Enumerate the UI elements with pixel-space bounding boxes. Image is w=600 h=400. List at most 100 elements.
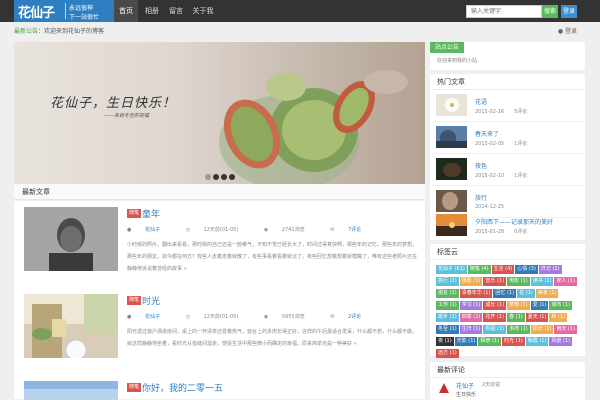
post-card: 随笔 你好，我的二零一五 — [14, 375, 425, 400]
tag-item[interactable]: 相册 (1) — [478, 337, 502, 346]
post-thumbnail[interactable] — [24, 381, 118, 400]
nav-about[interactable]: 关于我 — [190, 0, 216, 22]
tag-item[interactable]: 成长 (1) — [483, 301, 507, 310]
tag-item[interactable]: 随笔 (4) — [467, 265, 491, 274]
views-meta: ◉ 2741浏览 — [264, 227, 317, 233]
post-title[interactable]: 时光 — [142, 294, 160, 307]
site-logo[interactable]: 花仙子 永远很神 下一站很忙 — [14, 0, 114, 22]
comments-meta[interactable]: ✉ 2评论 — [330, 314, 373, 320]
tag-item[interactable]: 读书 (1) — [530, 277, 554, 286]
tag-item[interactable]: 工作 (1) — [436, 301, 459, 310]
category-badge[interactable]: 随笔 — [127, 209, 142, 218]
tag-item[interactable]: 爱 (1) — [530, 301, 549, 310]
popular-post-title[interactable]: 春天来了 — [475, 129, 499, 138]
tag-item[interactable]: 风景 (1) — [549, 337, 573, 346]
tag-item[interactable]: 祝福 (1) — [483, 325, 507, 334]
slider-dot[interactable] — [205, 174, 211, 180]
tag-item[interactable]: 光影 (1) — [454, 337, 478, 346]
author-meta[interactable]: ● 花仙子 — [127, 314, 172, 320]
tag-item[interactable]: 夜 (1) — [436, 337, 454, 346]
popular-post-date: 2015-02-10 — [475, 173, 505, 179]
tag-item[interactable]: 生日 (1) — [459, 325, 483, 334]
popular-post-title[interactable]: 旅行 — [475, 193, 487, 202]
tag-item[interactable]: 心情 (3) — [515, 265, 538, 274]
tag-item[interactable]: 时光 (1) — [502, 337, 525, 346]
post-date: 12天前(01-05) — [203, 314, 239, 320]
post-card: 随笔 时光 ● 花仙子 ◷ 12天前(01-05) ◉ 5955浏览 ✉ 2评论… — [14, 288, 425, 376]
post-card: 随笔 童年 ● 花仙子 ◷ 12天前(01-05) ◉ 2741浏览 ✉ 7评论… — [14, 201, 425, 289]
popular-post-item[interactable]: 夕阳西下——记录那天的美好 2015-01-28 0评论 — [430, 210, 585, 242]
commenter-avatar[interactable] — [437, 381, 451, 395]
popular-post-title[interactable]: 花语 — [475, 97, 487, 106]
popular-post-item[interactable]: 春天来了 2015-02-05 1评论 — [430, 122, 585, 154]
tag-item[interactable]: 旅行 (2) — [436, 277, 459, 286]
popular-post-thumbnail[interactable] — [436, 126, 467, 148]
popular-post-title[interactable]: 夕阳西下——记录那天的美好 — [475, 217, 553, 226]
tag-item[interactable]: 四季 (1) — [459, 313, 483, 322]
tag-item[interactable]: 摄影 (1) — [459, 277, 483, 286]
tag-cloud-box: 标签云 花仙子 (61) 随笔 (4) 生活 (4) 心情 (3) 日记 (2) 旅行 (… — [430, 244, 585, 358]
popular-post-thumbnail[interactable] — [436, 214, 467, 236]
popular-post-thumbnail[interactable] — [436, 94, 467, 116]
popular-post-count: 1评论 — [514, 141, 528, 147]
tag-item[interactable]: 雨天 (1) — [554, 325, 578, 334]
popular-post-meta: 2015-01-28 0评论 — [475, 228, 527, 235]
tag-item[interactable]: 花仙子 (61) — [436, 265, 467, 274]
popular-post-title[interactable]: 夜色 — [475, 161, 487, 170]
post-thumbnail[interactable] — [24, 294, 118, 358]
tag-item[interactable]: 花 (1) — [517, 289, 535, 298]
tag-item[interactable]: 多肉 (1) — [507, 325, 530, 334]
slider-dot[interactable] — [213, 174, 219, 180]
tag-item[interactable]: 学习 (1) — [459, 301, 483, 310]
search-input[interactable] — [466, 5, 542, 18]
tag-item[interactable]: 远方 (1) — [436, 349, 459, 358]
category-badge[interactable]: 随笔 — [127, 296, 142, 305]
tag-item[interactable]: 朋友 (1) — [436, 289, 459, 298]
author-meta[interactable]: ● 花仙子 — [127, 227, 172, 233]
nav-album[interactable]: 相册 — [140, 0, 164, 22]
popular-post-meta: 2015-02-10 1评论 — [475, 172, 527, 179]
site-notice-box: 站点公告 欢迎来到我的小站 — [430, 42, 585, 70]
popular-post-date: 2015-02-16 — [475, 109, 505, 115]
tag-item[interactable]: 日记 (2) — [538, 265, 562, 274]
search-button[interactable]: 搜索 — [542, 5, 558, 18]
tag-item[interactable]: 阳光 (1) — [530, 325, 554, 334]
slider-dot[interactable] — [221, 174, 227, 180]
popular-post-thumbnail[interactable] — [436, 158, 467, 180]
tag-item[interactable]: 青春年华 (1) — [459, 289, 493, 298]
tag-item[interactable]: 晚霞 (1) — [525, 337, 549, 346]
tag-item[interactable]: 故乡 (1) — [436, 313, 459, 322]
tag-item[interactable]: 冬至 (1) — [436, 325, 459, 334]
post-title[interactable]: 你好，我的二零一五 — [142, 381, 223, 394]
post-title[interactable]: 童年 — [142, 207, 160, 220]
clock-icon: ◷ — [185, 227, 192, 233]
tag-item[interactable]: 城市 (1) — [549, 301, 573, 310]
tag-cloud: 花仙子 (61) 随笔 (4) 生活 (4) 心情 (3) 日记 (2) 旅行 (2) 摄影… — [436, 264, 581, 360]
tag-item[interactable]: 音乐 (1) — [483, 277, 507, 286]
nav-home[interactable]: 首页 — [114, 0, 138, 22]
slider-dot[interactable] — [229, 174, 235, 180]
popular-post-item[interactable]: 花语 2015-02-16 5评论 — [430, 90, 585, 122]
commenter-name[interactable]: 花仙子 — [456, 381, 474, 390]
popular-post-thumbnail[interactable] — [436, 190, 467, 212]
post-thumbnail[interactable] — [24, 207, 118, 271]
tag-item[interactable]: 美食 (1) — [535, 289, 559, 298]
tag-item[interactable]: 秋 (1) — [549, 313, 568, 322]
announcement-label[interactable]: 最新公告 — [14, 28, 38, 35]
tag-item[interactable]: 电影 (1) — [507, 277, 530, 286]
login-button[interactable]: 登录 — [561, 5, 577, 18]
tag-item[interactable]: 梦想 (1) — [507, 301, 530, 310]
popular-post-item[interactable]: 夜色 2015-02-10 1评论 — [430, 154, 585, 186]
tag-item[interactable]: 家人 (1) — [554, 277, 578, 286]
tag-item[interactable]: 生活 (4) — [491, 265, 515, 274]
tag-item[interactable]: 夏天 (1) — [525, 313, 549, 322]
tag-item[interactable]: 回忆 (1) — [493, 289, 517, 298]
popular-post-date: 2015-01-28 — [475, 229, 505, 235]
tag-item[interactable]: 花开 (1) — [483, 313, 507, 322]
user-login-link[interactable]: ● 登录 — [558, 26, 577, 38]
nav-guestbook[interactable]: 留言 — [164, 0, 188, 22]
category-badge[interactable]: 随笔 — [127, 383, 142, 392]
image-slider[interactable]: 花仙子，生日快乐！ ——来自冬至的祝福 — [14, 42, 425, 184]
comments-meta[interactable]: ✉ 7评论 — [330, 227, 373, 233]
tag-item[interactable]: 春 (1) — [507, 313, 525, 322]
